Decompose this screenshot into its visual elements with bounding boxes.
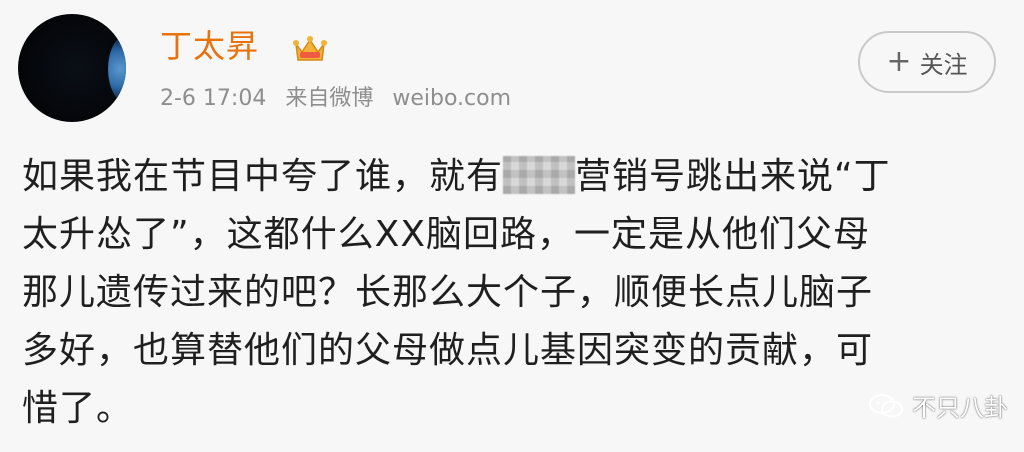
post-line-2: 太升怂了”，这都什么XX脑回路，一定是从他们父母 xyxy=(22,214,870,255)
mosaic-censor xyxy=(503,156,576,194)
post-line-1: 如果我在节目中夸了谁，就有 营销号跳出来说“丁 xyxy=(22,148,1012,206)
wechat-icon xyxy=(869,393,903,417)
watermark: 不只八卦 xyxy=(868,388,1008,423)
planet-image xyxy=(108,34,126,104)
post-line-5: 惜了。 xyxy=(22,388,134,429)
post-line-1-before: 如果我在节目中夸了谁，就有 xyxy=(22,156,504,197)
avatar[interactable] xyxy=(18,14,126,122)
post-text: 如果我在节目中夸了谁，就有 营销号跳出来说“丁 太升怂了”，这都什么XX脑回路，一… xyxy=(22,148,1012,438)
post-line-4: 多好，也算替他们的父母做点儿基因突变的贡献，可 xyxy=(22,330,874,371)
post-meta: 2-6 17:04 来自微博 weibo.com xyxy=(160,84,523,114)
post-domain[interactable]: weibo.com xyxy=(392,86,511,111)
follow-label: 关注 xyxy=(919,50,968,79)
username[interactable]: 丁太昇 xyxy=(160,26,259,66)
post-line-1-after: 营销号跳出来说“丁 xyxy=(575,156,891,197)
follow-button[interactable]: + 关注 xyxy=(858,31,996,93)
watermark-text: 不只八卦 xyxy=(912,394,1008,422)
crown-icon xyxy=(293,36,327,61)
post-source: 来自微博 xyxy=(285,86,374,111)
plus-icon: + xyxy=(886,44,912,79)
post-time: 2-6 17:04 xyxy=(160,86,267,111)
post-line-3: 那儿遗传过来的吧？长那么大个子，顺便长点儿脑子 xyxy=(22,272,874,313)
